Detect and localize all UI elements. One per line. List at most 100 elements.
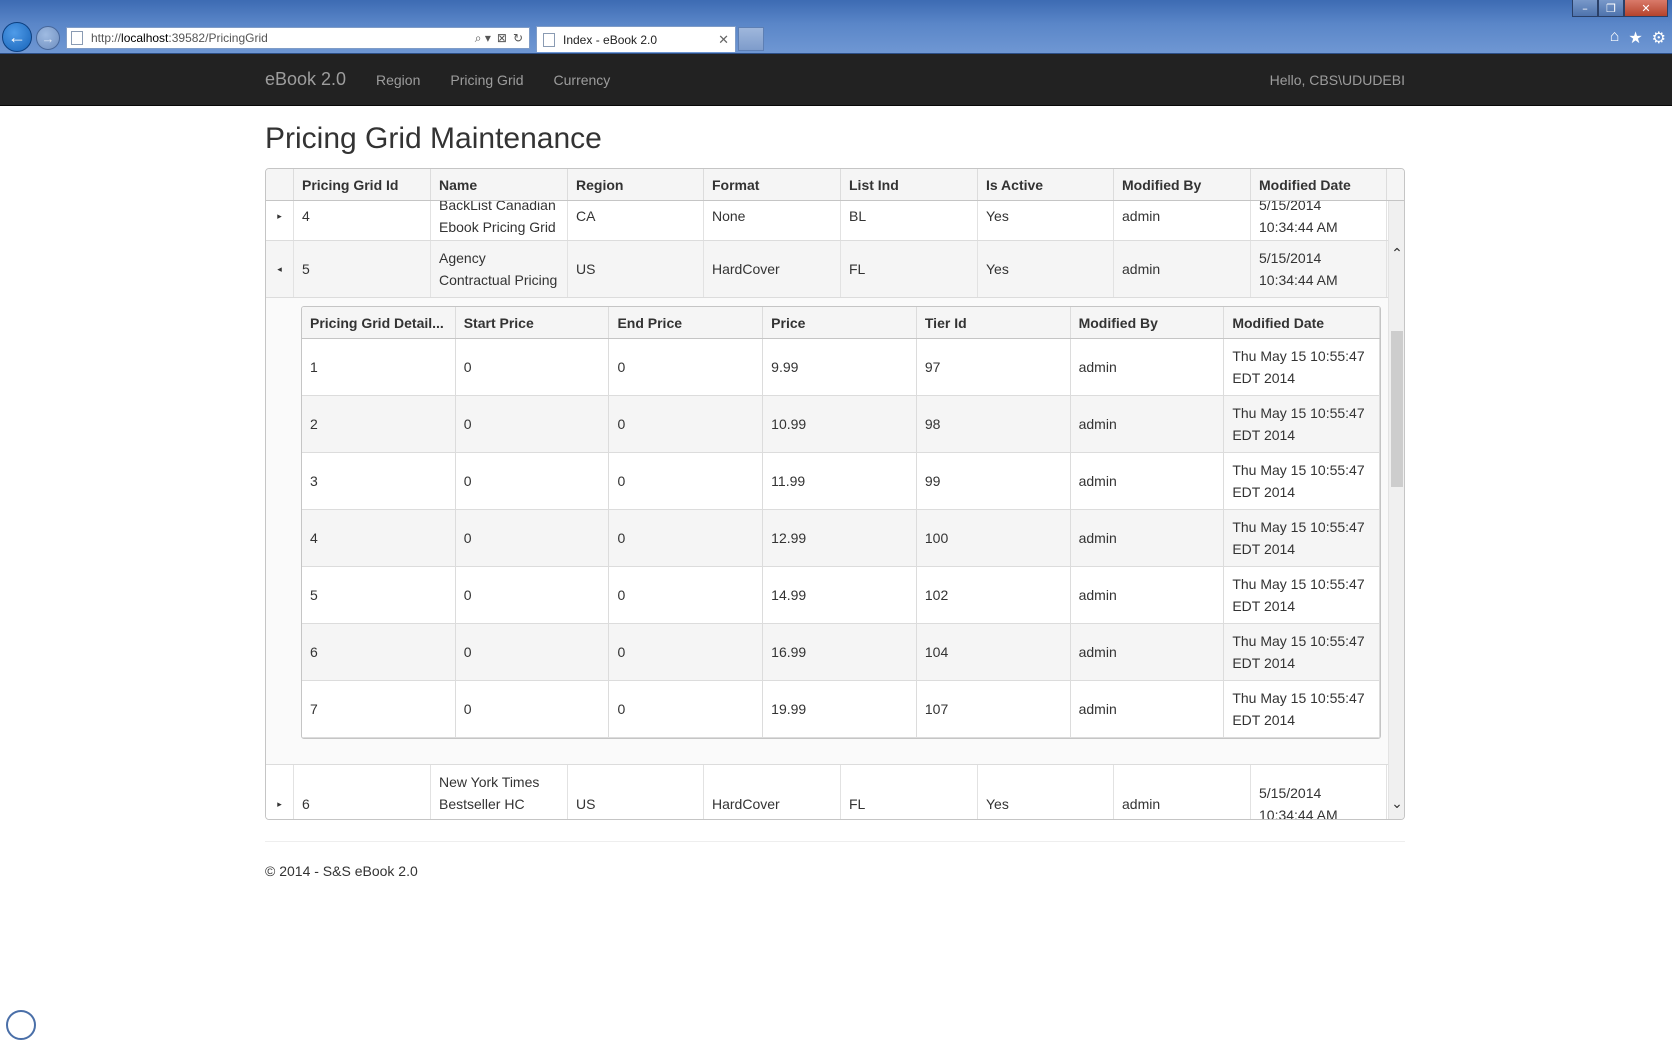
scrollbar-thumb[interactable] (1391, 331, 1403, 487)
address-bar[interactable]: http://localhost:39582/PricingGrid ⌕ ▾ ⊠… (66, 27, 530, 49)
table-row-expanded[interactable]: ◂ 5 Agency Contractual Pricing US HardCo… (266, 241, 1388, 298)
maximize-button[interactable]: ❐ (1598, 0, 1624, 17)
refresh-icon[interactable]: ↻ (513, 31, 523, 46)
detail-cell: 102 (917, 567, 1071, 623)
search-icon[interactable]: ⌕ ▾ (475, 31, 491, 46)
new-tab-button[interactable] (738, 27, 764, 51)
cell-list-ind: BL (841, 201, 978, 240)
expand-arrow-icon[interactable]: ▸ (277, 793, 282, 815)
cell-region: US (568, 241, 704, 297)
pricing-grid-detail-table: Pricing Grid Detail... Start Price End P… (301, 306, 1381, 739)
column-header-is-active[interactable]: Is Active (978, 169, 1114, 200)
detail-column-header-start-price[interactable]: Start Price (456, 307, 610, 338)
detail-cell: Thu May 15 10:55:47 EDT 2014 (1224, 681, 1380, 737)
table-row[interactable]: ▸ 4 BackList Canadian Ebook Pricing Grid… (266, 201, 1388, 241)
detail-cell: 0 (456, 567, 610, 623)
page-title: Pricing Grid Maintenance (265, 122, 602, 155)
cell-id: 5 (294, 241, 431, 297)
detail-row[interactable]: 5 0 0 14.99 102 admin Thu May 15 10:55:4… (302, 567, 1380, 624)
scroll-up-icon[interactable]: ⌃ (1389, 245, 1404, 261)
cell-is-active: Yes (978, 241, 1114, 297)
cell-modified-date: 5/15/2014 10:34:44 AM (1251, 241, 1387, 297)
table-row[interactable]: ▸ 6 New York Times Bestseller HC FrontLi… (266, 764, 1388, 819)
close-window-button[interactable]: ✕ (1624, 0, 1668, 17)
detail-grid-body: 1 0 0 9.99 97 admin Thu May 15 10:55:47 … (302, 339, 1380, 738)
detail-column-header-tier-id[interactable]: Tier Id (917, 307, 1071, 338)
detail-cell: admin (1071, 453, 1225, 509)
gear-icon[interactable]: ⚙ (1652, 28, 1666, 48)
cell-is-active: Yes (978, 201, 1114, 240)
pricing-grid-table: Pricing Grid Id Name Region Format List … (265, 168, 1405, 820)
browser-chrome: – ❐ ✕ ← → http://localhost:39582/Pricing… (0, 0, 1672, 54)
collapse-arrow-icon[interactable]: ◂ (277, 258, 282, 280)
user-greeting[interactable]: Hello, CBS\UDUDEBI (1270, 72, 1405, 88)
expand-arrow-icon[interactable]: ▸ (277, 205, 282, 227)
tab-title: Index - eBook 2.0 (563, 32, 658, 47)
grid-body[interactable]: ▸ 4 BackList Canadian Ebook Pricing Grid… (266, 201, 1404, 819)
cell-format: HardCover (704, 241, 841, 297)
column-header-region[interactable]: Region (568, 169, 704, 200)
forward-arrow-icon[interactable]: → (36, 26, 60, 50)
detail-column-header-price[interactable]: Price (763, 307, 917, 338)
column-header-name[interactable]: Name (431, 169, 568, 200)
detail-row[interactable]: 2 0 0 10.99 98 admin Thu May 15 10:55:47… (302, 396, 1380, 453)
footer-text: © 2014 - S&S eBook 2.0 (265, 863, 418, 879)
detail-cell: admin (1071, 396, 1225, 452)
detail-cell: 11.99 (763, 453, 917, 509)
detail-row[interactable]: 7 0 0 19.99 107 admin Thu May 15 10:55:4… (302, 681, 1380, 738)
detail-cell: 0 (456, 453, 610, 509)
vertical-scrollbar[interactable]: ⌃ ⌄ (1388, 201, 1404, 819)
minimize-button[interactable]: – (1572, 0, 1598, 17)
detail-row[interactable]: 4 0 0 12.99 100 admin Thu May 15 10:55:4… (302, 510, 1380, 567)
cell-format: HardCover (704, 765, 841, 819)
column-header-modified-date[interactable]: Modified Date (1251, 169, 1387, 200)
detail-cell: admin (1071, 339, 1225, 395)
brand-link[interactable]: eBook 2.0 (265, 69, 346, 90)
cell-format: None (704, 201, 841, 240)
detail-row[interactable]: 1 0 0 9.99 97 admin Thu May 15 10:55:47 … (302, 339, 1380, 396)
detail-cell: 0 (609, 624, 764, 680)
browser-tab[interactable]: Index - eBook 2.0 ✕ (536, 26, 736, 52)
detail-cell: 5 (302, 567, 456, 623)
cell-modified-by: admin (1114, 241, 1251, 297)
column-header-list-ind[interactable]: List Ind (841, 169, 978, 200)
column-header-modified-by[interactable]: Modified By (1114, 169, 1251, 200)
detail-row[interactable]: 6 0 0 16.99 104 admin Thu May 15 10:55:4… (302, 624, 1380, 681)
detail-cell: Thu May 15 10:55:47 EDT 2014 (1224, 396, 1380, 452)
cell-is-active: Yes (978, 765, 1114, 819)
detail-row[interactable]: 3 0 0 11.99 99 admin Thu May 15 10:55:47… (302, 453, 1380, 510)
nav-link-currency[interactable]: Currency (554, 72, 611, 88)
detail-cell: 6 (302, 624, 456, 680)
detail-column-header-modified-by[interactable]: Modified By (1071, 307, 1225, 338)
detail-cell: admin (1071, 624, 1225, 680)
detail-cell: 9.99 (763, 339, 917, 395)
detail-cell: 98 (917, 396, 1071, 452)
nav-link-region[interactable]: Region (376, 72, 420, 88)
column-header-pricing-grid-id[interactable]: Pricing Grid Id (294, 169, 431, 200)
nav-link-pricing-grid[interactable]: Pricing Grid (450, 72, 523, 88)
detail-cell: 0 (609, 339, 764, 395)
back-arrow-icon[interactable]: ← (2, 22, 32, 52)
cell-modified-date: 5/15/2014 10:34:44 AM (1251, 765, 1387, 819)
detail-cell: 0 (456, 624, 610, 680)
favorites-star-icon[interactable]: ★ (1628, 28, 1642, 48)
url-prefix: http:// (91, 31, 122, 45)
detail-cell: 104 (917, 624, 1071, 680)
detail-cell: 0 (609, 396, 764, 452)
home-icon[interactable]: ⌂ (1610, 28, 1620, 48)
detail-cell: 0 (609, 567, 764, 623)
detail-cell: 0 (456, 339, 610, 395)
tab-close-icon[interactable]: ✕ (718, 32, 729, 48)
detail-cell: Thu May 15 10:55:47 EDT 2014 (1224, 453, 1380, 509)
detail-column-header-id[interactable]: Pricing Grid Detail... (302, 307, 456, 338)
detail-cell: 97 (917, 339, 1071, 395)
detail-column-header-end-price[interactable]: End Price (609, 307, 764, 338)
detail-cell: Thu May 15 10:55:47 EDT 2014 (1224, 510, 1380, 566)
compatibility-view-icon[interactable]: ⊠ (497, 31, 507, 46)
detail-column-header-modified-date[interactable]: Modified Date (1224, 307, 1380, 338)
column-header-format[interactable]: Format (704, 169, 841, 200)
url-host: localhost (121, 31, 169, 45)
scroll-down-icon[interactable]: ⌄ (1389, 795, 1404, 811)
detail-cell: admin (1071, 681, 1225, 737)
cell-name: Agency Contractual Pricing (431, 241, 568, 297)
